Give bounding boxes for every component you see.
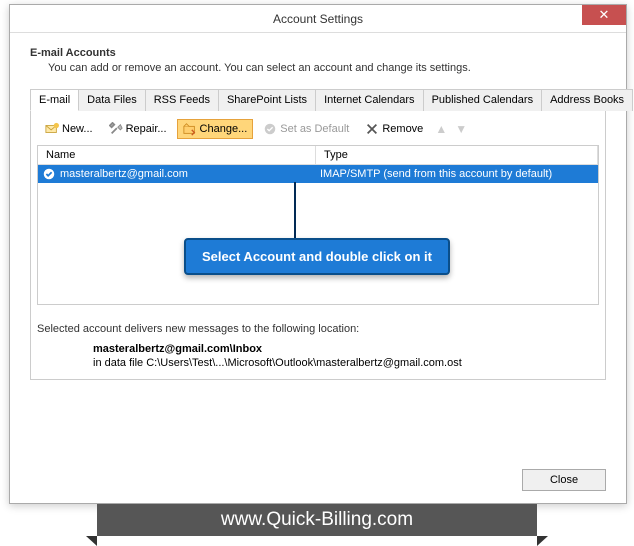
titlebar: Account Settings ✕	[10, 5, 626, 33]
toolbar: New... Repair... Change... Set as Defaul…	[37, 116, 599, 145]
instruction-callout: Select Account and double click on it	[184, 238, 450, 275]
tab-address-books[interactable]: Address Books	[541, 89, 633, 111]
change-button[interactable]: Change...	[177, 119, 254, 139]
window-title: Account Settings	[273, 12, 363, 26]
section-title: E-mail Accounts	[30, 47, 606, 59]
tab-panel: New... Repair... Change... Set as Defaul…	[30, 109, 606, 380]
envelope-new-icon	[45, 122, 59, 136]
content-area: E-mail Accounts You can add or remove an…	[10, 33, 626, 390]
tab-published-calendars[interactable]: Published Calendars	[423, 89, 543, 111]
check-circle-icon	[263, 122, 277, 136]
window-close-button[interactable]: ✕	[582, 5, 626, 25]
change-label: Change...	[200, 123, 248, 135]
move-down-icon: ▼	[453, 122, 469, 136]
list-header: Name Type	[38, 146, 598, 165]
folder-change-icon	[183, 122, 197, 136]
default-account-icon	[42, 167, 56, 181]
banner-fold-right	[537, 536, 548, 546]
location-intro: Selected account delivers new messages t…	[37, 323, 599, 335]
banner-text: www.Quick-Billing.com	[97, 504, 537, 536]
section-description: You can add or remove an account. You ca…	[48, 62, 606, 74]
dialog-footer: Close	[522, 469, 606, 491]
watermark-banner: www.Quick-Billing.com	[86, 504, 548, 544]
new-label: New...	[62, 123, 93, 135]
tools-icon	[109, 122, 123, 136]
set-default-button: Set as Default	[257, 119, 355, 139]
repair-button[interactable]: Repair...	[103, 119, 173, 139]
column-name[interactable]: Name	[38, 146, 316, 164]
tab-sharepoint-lists[interactable]: SharePoint Lists	[218, 89, 316, 111]
remove-label: Remove	[382, 123, 423, 135]
account-list: Name Type masteralbertz@gmail.com IMAP/S…	[37, 145, 599, 305]
close-icon: ✕	[599, 7, 610, 23]
account-row[interactable]: masteralbertz@gmail.com IMAP/SMTP (send …	[38, 165, 598, 183]
set-default-label: Set as Default	[280, 123, 349, 135]
remove-button[interactable]: Remove	[359, 119, 429, 139]
move-up-icon: ▲	[433, 122, 449, 136]
remove-x-icon	[365, 122, 379, 136]
tab-email[interactable]: E-mail	[30, 89, 79, 111]
close-button[interactable]: Close	[522, 469, 606, 491]
banner-fold-left	[86, 536, 97, 546]
location-folder: masteralbertz@gmail.com\Inbox	[93, 343, 599, 355]
column-type[interactable]: Type	[316, 146, 598, 164]
tab-strip: E-mail Data Files RSS Feeds SharePoint L…	[30, 89, 606, 111]
repair-label: Repair...	[126, 123, 167, 135]
tab-rss-feeds[interactable]: RSS Feeds	[145, 89, 219, 111]
row-type: IMAP/SMTP (send from this account by def…	[320, 168, 552, 180]
new-button[interactable]: New...	[39, 119, 99, 139]
row-name: masteralbertz@gmail.com	[60, 168, 320, 180]
callout-connector	[294, 182, 296, 240]
location-path: in data file C:\Users\Test\...\Microsoft…	[93, 357, 599, 369]
tab-data-files[interactable]: Data Files	[78, 89, 146, 111]
account-settings-window: Account Settings ✕ E-mail Accounts You c…	[9, 4, 627, 504]
tab-internet-calendars[interactable]: Internet Calendars	[315, 89, 424, 111]
